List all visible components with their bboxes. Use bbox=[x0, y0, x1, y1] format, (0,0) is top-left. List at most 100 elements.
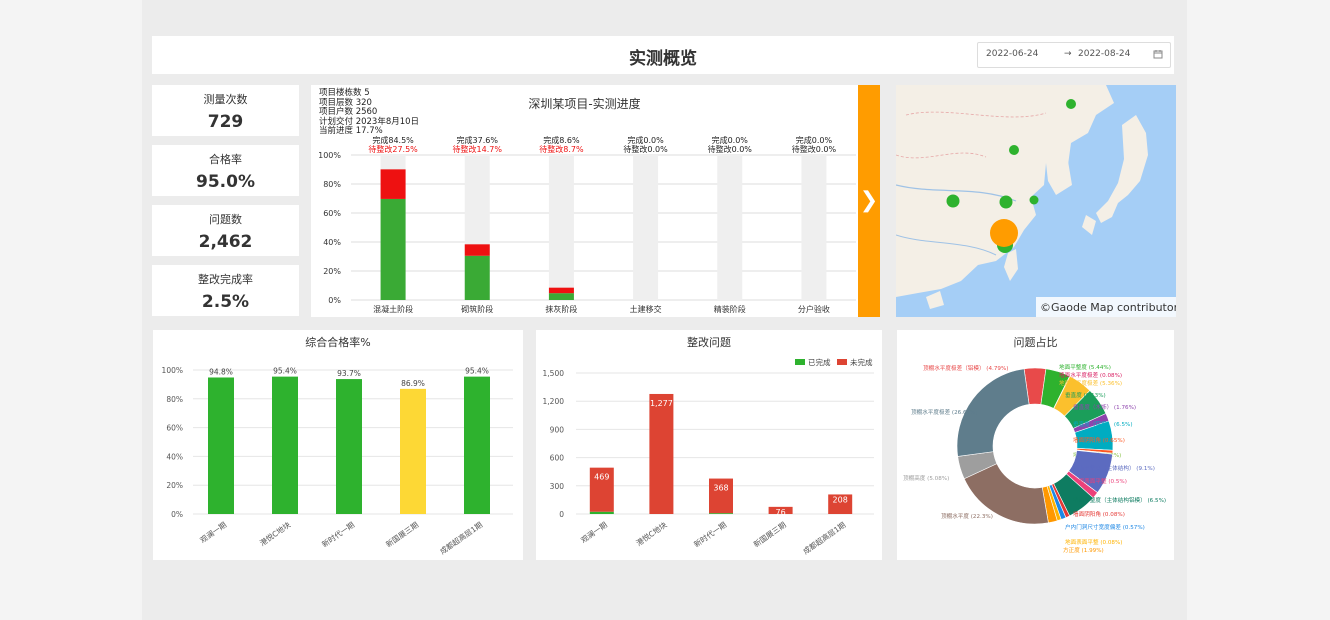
x-tick-label: 新时代一期 bbox=[320, 519, 356, 549]
bar-pending bbox=[464, 244, 490, 256]
bar-pending-label: 待整改0.0% bbox=[708, 144, 753, 154]
bar-value-label: 1,277 bbox=[650, 399, 673, 408]
x-tick-label: 港悦C地块 bbox=[634, 519, 669, 548]
kpi-card-rectify-rate: 整改完成率 2.5% bbox=[152, 265, 299, 316]
y-tick-label: 100% bbox=[318, 151, 341, 160]
project-map[interactable]: ©Gaode Map contributors bbox=[896, 85, 1176, 317]
project-progress-panel: 项目楼栋数 5 项目层数 320 项目户数 2560 计划交付 2023年8月1… bbox=[311, 85, 858, 317]
pie-slice-label: 户内门洞尺寸宽度偏差 (0.57%) bbox=[1065, 523, 1145, 531]
y-tick-label: 80% bbox=[323, 180, 341, 189]
bar-value-label: 93.7% bbox=[337, 369, 361, 378]
bar-value-label: 86.9% bbox=[401, 379, 425, 388]
legend-swatch-pending bbox=[837, 359, 847, 365]
bar-complete-label: 完成37.6% bbox=[457, 135, 499, 145]
pie-slice-label: 顶棚水平度极差 (26.61%) bbox=[911, 408, 978, 416]
pass-rate-bar bbox=[272, 376, 298, 514]
pie-slice-label: 方正度 (1.99%) bbox=[1063, 546, 1104, 554]
pie-slice-label: 顶棚高度 (5.08%) bbox=[903, 474, 949, 482]
expand-button[interactable]: ❯ bbox=[858, 85, 880, 317]
y-tick-label: 1,500 bbox=[543, 369, 565, 378]
x-tick-label: 港悦C地块 bbox=[258, 519, 293, 548]
kpi-card-pass-rate: 合格率 95.0% bbox=[152, 145, 299, 196]
bar-background bbox=[548, 155, 574, 300]
bar-complete bbox=[548, 293, 574, 300]
map-marker[interactable] bbox=[946, 194, 960, 208]
pie-slice-label: 墙面阴阳角 (0.08%) bbox=[1073, 510, 1125, 518]
x-tick-label: 抹灰阶段 bbox=[545, 304, 577, 314]
y-tick-label: 1,200 bbox=[543, 397, 565, 406]
rectify-bar-done bbox=[589, 511, 614, 514]
pass-rate-panel: 综合合格率% 100% 80% 60% 40% 20% 0% 94.8% 观澜一期 95.4% 港… bbox=[153, 330, 523, 560]
kpi-label: 合格率 bbox=[209, 153, 242, 166]
map-marker[interactable] bbox=[1009, 145, 1019, 155]
kpi-label: 测量次数 bbox=[203, 93, 248, 106]
pie-slice-label: 墙面阴阳角 (0.65%) bbox=[1073, 436, 1125, 444]
x-tick-label: 观澜一期 bbox=[198, 520, 228, 545]
y-tick-label: 600 bbox=[550, 454, 565, 463]
legend-label: 已完成 bbox=[808, 357, 831, 367]
bar-complete-label: 完成0.0% bbox=[796, 135, 833, 145]
pass-rate-bar bbox=[208, 377, 234, 514]
bar-value-label: 368 bbox=[713, 484, 728, 493]
x-tick-label: 成都超高层1期 bbox=[438, 519, 485, 556]
bar-value-label: 95.4% bbox=[273, 367, 297, 376]
kpi-label: 整改完成率 bbox=[198, 273, 253, 286]
kpi-label: 问题数 bbox=[209, 213, 242, 226]
y-tick-label: 20% bbox=[323, 267, 341, 276]
x-tick-label: 新国展三期 bbox=[384, 519, 420, 549]
y-tick-label: 900 bbox=[550, 425, 565, 434]
map-canvas[interactable]: ©Gaode Map contributors bbox=[896, 85, 1176, 317]
bar-pending-label: 待整改8.7% bbox=[539, 144, 584, 154]
y-tick-label: 100% bbox=[162, 366, 183, 375]
date-range-picker[interactable]: 2022-06-24 → 2022-08-24 bbox=[977, 42, 1171, 68]
chevron-right-icon: ❯ bbox=[859, 188, 879, 213]
map-attribution: ©Gaode Map contributors bbox=[1040, 301, 1176, 314]
y-tick-label: 80% bbox=[166, 395, 183, 404]
bar-complete-label: 完成0.0% bbox=[627, 135, 664, 145]
bar-value-label: 469 bbox=[594, 473, 609, 482]
x-tick-label: 砌筑阶段 bbox=[461, 304, 493, 314]
bar-value-label: 208 bbox=[833, 495, 848, 504]
legend-swatch-done bbox=[795, 359, 805, 365]
rectify-bar-done bbox=[709, 513, 733, 514]
pie-slice-label: 墙面水平度极差 (0.08%) bbox=[1059, 371, 1122, 379]
bar-background bbox=[717, 155, 743, 300]
y-tick-label: 20% bbox=[166, 481, 183, 490]
map-marker[interactable] bbox=[1029, 195, 1039, 205]
calendar-icon[interactable] bbox=[1153, 49, 1163, 59]
pie-slice-label: 地面平整度 (5.44%) bbox=[1059, 363, 1111, 371]
bar-complete-label: 完成0.0% bbox=[712, 135, 749, 145]
bar-complete-label: 完成84.5% bbox=[372, 135, 414, 145]
bar-background bbox=[801, 155, 827, 300]
pass-rate-chart: 100% 80% 60% 40% 20% 0% 94.8% 观澜一期 95.4% 港悦C地块 93.… bbox=[162, 366, 513, 556]
date-arrow: → bbox=[1064, 49, 1072, 59]
pie-slice-label: 地面表面平整 (0.08%) bbox=[1065, 538, 1122, 546]
map-marker[interactable] bbox=[999, 195, 1013, 209]
kpi-value: 729 bbox=[207, 112, 244, 132]
rectify-panel: 整改问题 1,500 1,200 900 600 300 0 已完成 未完成 469 观澜一期 1,… bbox=[536, 330, 882, 560]
x-tick-label: 精装阶段 bbox=[714, 304, 746, 314]
x-tick-label: 新国展三期 bbox=[751, 519, 787, 549]
date-end[interactable]: 2022-08-24 bbox=[1078, 49, 1130, 59]
map-marker[interactable] bbox=[1066, 99, 1076, 109]
progress-chart: 100% 80% 60% 40% 20% 0% 完成84.5%待整改27.5% 混凝土阶段 完成… bbox=[318, 135, 856, 314]
pie-slice-label: 地面水平度极差 (5.36%) bbox=[1059, 379, 1122, 387]
x-tick-label: 成都超高层1期 bbox=[801, 519, 848, 556]
bar-pending bbox=[548, 287, 574, 294]
y-tick-label: 300 bbox=[550, 482, 565, 491]
y-tick-label: 40% bbox=[166, 452, 183, 461]
map-marker-cluster[interactable] bbox=[990, 219, 1018, 247]
bar-pending-label: 待整改27.5% bbox=[368, 144, 418, 154]
pass-rate-bar bbox=[336, 379, 362, 514]
kpi-value: 2.5% bbox=[201, 292, 250, 312]
pass-rate-bar bbox=[400, 388, 426, 514]
date-start[interactable]: 2022-06-24 bbox=[986, 49, 1038, 59]
pass-rate-bar bbox=[464, 376, 490, 514]
header-bar: 实测概览 2022-06-24 → 2022-08-24 bbox=[152, 36, 1174, 74]
kpi-value: 95.0% bbox=[196, 172, 255, 192]
x-tick-label: 混凝土阶段 bbox=[373, 304, 413, 314]
bar-pending bbox=[380, 169, 406, 199]
rectify-bar-pending bbox=[649, 393, 674, 514]
pie-slice-label: 垂直度（铝模） (6.5%) bbox=[1073, 420, 1133, 428]
kpi-value: 2,462 bbox=[198, 232, 253, 252]
